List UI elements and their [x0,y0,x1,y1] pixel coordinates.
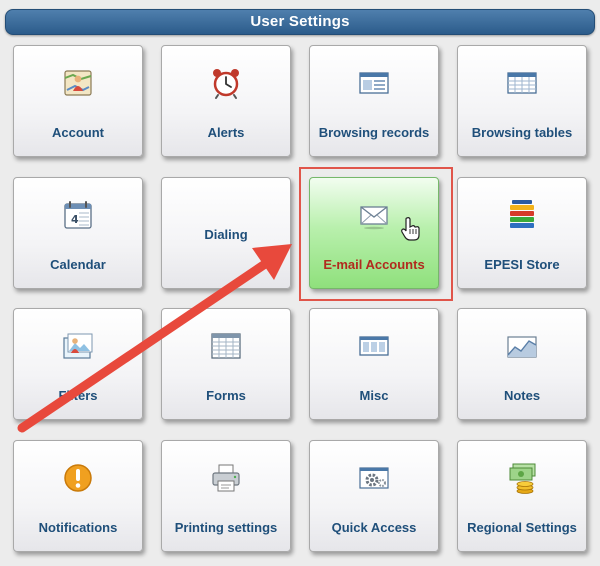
notes-label: Notes [503,387,541,403]
filters-label: Filters [58,387,98,403]
email-accounts-tile[interactable]: E-mail Accounts [309,177,439,289]
printing-settings-tile[interactable]: Printing settings [161,440,291,552]
regional-settings-label: Regional Settings [467,519,577,535]
gear-window-icon [359,467,389,489]
account-label: Account [52,124,104,140]
quick-access-tile[interactable]: Quick Access [309,440,439,552]
regional-settings-tile[interactable]: Regional Settings [457,440,587,552]
stacked-books-icon [510,200,534,228]
misc-panels-icon [359,336,389,356]
notes-chart-icon [507,336,537,358]
user-settings-page: User Settings Account Alerts Browsing re… [0,0,600,566]
filters-tile[interactable]: Filters [13,308,143,420]
printer-icon [212,464,240,492]
account-tile[interactable]: Account [13,45,143,157]
forms-tile[interactable]: Forms [161,308,291,420]
email-accounts-label: E-mail Accounts [323,256,425,272]
dialing-label: Dialing [204,226,248,242]
account-map-icon [64,70,92,96]
money-stack-icon [509,463,536,494]
table-window-icon [507,72,537,94]
notifications-tile[interactable]: Notifications [13,440,143,552]
quick-access-label: Quick Access [331,519,417,535]
exclamation-icon [64,464,92,492]
forms-label: Forms [206,387,246,403]
browsing-tables-tile[interactable]: Browsing tables [457,45,587,157]
calendar-icon: 4 [64,201,92,229]
epesi-store-tile[interactable]: EPESI Store [457,177,587,289]
calendar-tile[interactable]: 4 Calendar [13,177,143,289]
browsing-tables-label: Browsing tables [471,124,573,140]
browsing-records-tile[interactable]: Browsing records [309,45,439,157]
form-grid-icon [211,333,241,359]
notifications-label: Notifications [38,519,118,535]
dialing-tile[interactable]: Dialing [161,177,291,289]
envelope-icon [360,206,388,230]
notes-tile[interactable]: Notes [457,308,587,420]
filters-image-icon [63,333,93,359]
misc-label: Misc [359,387,389,403]
alerts-label: Alerts [207,124,245,140]
printing-settings-label: Printing settings [174,519,278,535]
alerts-tile[interactable]: Alerts [161,45,291,157]
epesi-store-label: EPESI Store [484,256,560,272]
svg-text:4: 4 [71,213,79,226]
browsing-records-label: Browsing records [318,124,430,140]
records-window-icon [359,72,389,94]
page-title: User Settings [5,9,595,35]
calendar-label: Calendar [50,256,106,272]
misc-tile[interactable]: Misc [309,308,439,420]
alarm-clock-icon [213,69,239,99]
